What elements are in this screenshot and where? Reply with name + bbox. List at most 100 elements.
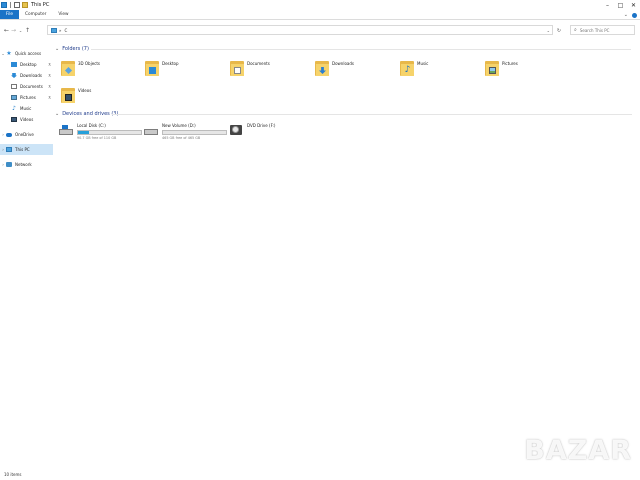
group-title: Folders (7) bbox=[62, 46, 89, 52]
folder-label: Videos bbox=[78, 88, 92, 93]
music-icon: ♪ bbox=[12, 105, 16, 112]
downloads-icon bbox=[11, 73, 17, 78]
properties-icon[interactable] bbox=[14, 2, 20, 8]
documents-icon bbox=[230, 59, 245, 77]
drive-usage-fill bbox=[78, 131, 90, 134]
3d-objects-icon bbox=[61, 59, 76, 77]
up-button[interactable]: ↑ bbox=[24, 25, 31, 35]
new-folder-icon[interactable] bbox=[22, 2, 28, 8]
drive-local-disk-c[interactable]: Local Disk (C:) 90.7 GB free of 110 GB bbox=[59, 121, 144, 141]
sidebar-item-label: Music bbox=[20, 106, 32, 111]
drive-name: DVD Drive (F:) bbox=[247, 123, 276, 128]
folder-label: Desktop bbox=[162, 61, 179, 66]
hard-drive-icon bbox=[144, 125, 158, 136]
maximize-button[interactable]: □ bbox=[614, 0, 627, 10]
tab-view[interactable]: View bbox=[52, 10, 74, 19]
address-location[interactable]: C bbox=[64, 28, 67, 33]
network-icon bbox=[6, 162, 12, 167]
sidebar-item-onedrive[interactable]: › OneDrive bbox=[0, 129, 53, 140]
tab-file[interactable]: File bbox=[0, 10, 19, 19]
quick-access-toolbar bbox=[0, 2, 28, 8]
pin-icon: ⊼ bbox=[48, 84, 51, 89]
address-dropdown-icon[interactable]: ⌄ bbox=[547, 28, 550, 33]
this-pc-icon bbox=[51, 27, 57, 33]
sidebar-item-label: OneDrive bbox=[15, 132, 34, 137]
search-box[interactable]: ⌕ bbox=[570, 25, 635, 35]
ribbon-tabs: File Computer View ⌄ bbox=[0, 10, 640, 20]
sidebar-item-this-pc[interactable]: › This PC bbox=[0, 144, 53, 155]
pin-icon: ⊼ bbox=[48, 95, 51, 100]
folders-group-header[interactable]: ⌄ Folders (7) bbox=[55, 45, 635, 53]
refresh-button[interactable]: ↻ bbox=[555, 27, 563, 35]
videos-icon bbox=[61, 86, 76, 104]
sidebar-item-network[interactable]: › Network bbox=[0, 159, 53, 170]
music-icon: ♪ bbox=[400, 59, 415, 77]
sidebar-item-label: Quick access bbox=[15, 51, 42, 56]
sidebar-item-label: This PC bbox=[15, 147, 30, 152]
address-bar[interactable]: » C ⌄ bbox=[47, 25, 553, 35]
tab-computer[interactable]: Computer bbox=[19, 10, 52, 19]
content-pane: ⌄ Folders (7) 3D Objects Desktop Documen… bbox=[53, 40, 640, 468]
drive-free-space: 90.7 GB free of 110 GB bbox=[77, 136, 117, 140]
local-disk-icon bbox=[59, 125, 73, 136]
group-title: Devices and drives (3) bbox=[62, 111, 119, 117]
address-row: ← → ⌄ ↑ » C ⌄ ↻ ⌕ bbox=[0, 22, 640, 38]
folder-3d-objects[interactable]: 3D Objects bbox=[61, 59, 141, 85]
collapse-icon[interactable]: ⌄ bbox=[55, 111, 59, 117]
downloads-icon bbox=[315, 59, 330, 77]
watermark-logo: BAZAR bbox=[524, 435, 632, 466]
sidebar-item-quick-access[interactable]: ⌄ ★ Quick access bbox=[0, 48, 53, 59]
drive-usage-bar bbox=[77, 130, 142, 135]
folder-desktop[interactable]: Desktop bbox=[145, 59, 225, 85]
folder-label: 3D Objects bbox=[78, 61, 101, 66]
sidebar-item-label: Network bbox=[15, 162, 32, 167]
devices-group-header[interactable]: ⌄ Devices and drives (3) bbox=[55, 110, 635, 118]
close-button[interactable]: ✕ bbox=[627, 0, 640, 10]
sidebar-item-pictures[interactable]: Pictures ⊼ bbox=[0, 92, 53, 103]
sidebar-item-label: Desktop bbox=[20, 62, 37, 67]
sidebar-item-downloads[interactable]: Downloads ⊼ bbox=[0, 70, 53, 81]
pictures-icon bbox=[11, 95, 17, 100]
drive-new-volume-d[interactable]: New Volume (D:) 465 GB free of 465 GB bbox=[144, 121, 229, 141]
window-controls: – □ ✕ bbox=[601, 0, 640, 10]
folder-downloads[interactable]: Downloads bbox=[315, 59, 395, 85]
drive-usage-bar bbox=[162, 130, 227, 135]
recent-locations-button[interactable]: ⌄ bbox=[17, 25, 24, 35]
drive-dvd-f[interactable]: DVD Drive (F:) bbox=[229, 121, 309, 141]
dvd-drive-icon bbox=[229, 125, 243, 136]
collapse-icon[interactable]: ⌄ bbox=[55, 46, 59, 52]
desktop-icon bbox=[11, 62, 17, 67]
desktop-icon bbox=[145, 59, 160, 77]
sidebar-item-videos[interactable]: Videos bbox=[0, 114, 53, 125]
back-button[interactable]: ← bbox=[3, 25, 10, 35]
drive-free-space: 465 GB free of 465 GB bbox=[162, 136, 201, 140]
help-icon[interactable] bbox=[632, 12, 637, 18]
search-input[interactable] bbox=[579, 27, 632, 33]
folder-label: Music bbox=[417, 61, 429, 66]
sidebar-item-label: Downloads bbox=[20, 73, 42, 78]
videos-icon bbox=[11, 117, 17, 122]
ribbon-right: ⌄ bbox=[624, 10, 637, 20]
sidebar-item-documents[interactable]: Documents ⊼ bbox=[0, 81, 53, 92]
expand-ribbon-icon[interactable]: ⌄ bbox=[624, 12, 628, 18]
forward-button[interactable]: → bbox=[10, 25, 17, 35]
sidebar-item-desktop[interactable]: Desktop ⊼ bbox=[0, 59, 53, 70]
address-separator[interactable]: » bbox=[59, 28, 61, 33]
folder-music[interactable]: ♪ Music bbox=[400, 59, 480, 85]
folder-icon[interactable] bbox=[1, 2, 7, 8]
folder-documents[interactable]: Documents bbox=[230, 59, 310, 85]
folder-videos[interactable]: Videos bbox=[61, 86, 141, 112]
group-divider bbox=[112, 114, 632, 115]
sidebar-item-label: Pictures bbox=[20, 95, 36, 100]
sidebar-item-label: Documents bbox=[20, 84, 43, 89]
this-pc-icon bbox=[6, 147, 12, 152]
item-count: 10 items bbox=[4, 472, 22, 477]
sidebar-item-music[interactable]: ♪ Music bbox=[0, 103, 53, 114]
drive-name: Local Disk (C:) bbox=[77, 123, 106, 128]
pin-icon: ⊼ bbox=[48, 62, 51, 67]
folder-pictures[interactable]: Pictures bbox=[485, 59, 565, 85]
minimize-button[interactable]: – bbox=[601, 0, 614, 10]
pictures-icon bbox=[485, 59, 500, 77]
toolbar-divider bbox=[10, 2, 11, 8]
folder-label: Downloads bbox=[332, 61, 354, 66]
